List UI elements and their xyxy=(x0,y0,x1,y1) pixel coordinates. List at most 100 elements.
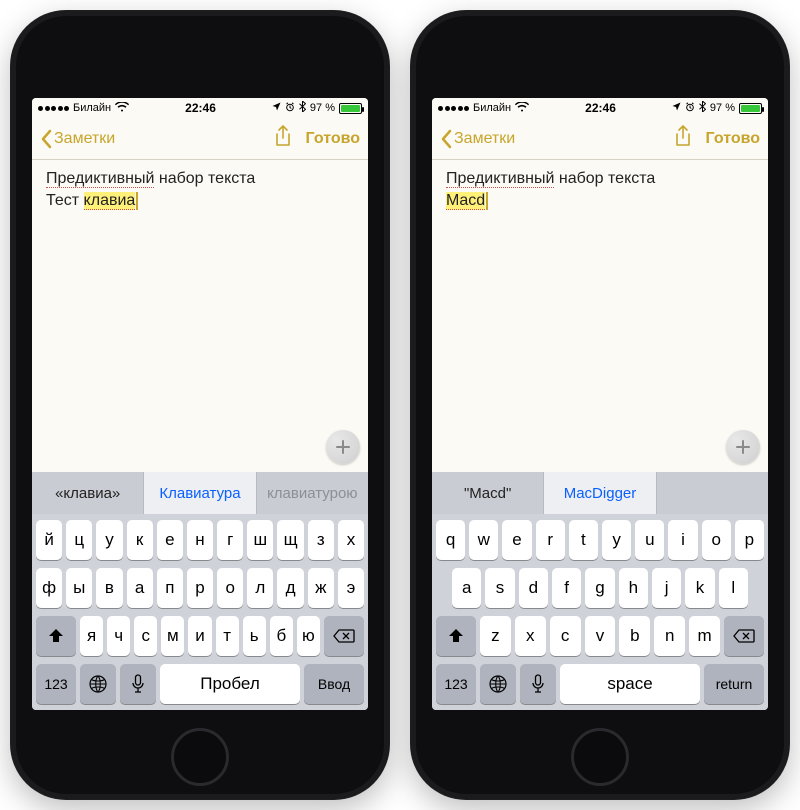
key[interactable]: ц xyxy=(66,520,92,560)
location-icon xyxy=(672,102,681,114)
key[interactable]: d xyxy=(519,568,548,608)
key[interactable]: я xyxy=(80,616,103,656)
key[interactable]: х xyxy=(338,520,364,560)
key[interactable]: b xyxy=(619,616,650,656)
back-button[interactable]: Заметки xyxy=(40,129,115,149)
key[interactable]: a xyxy=(452,568,481,608)
done-button[interactable]: Готово xyxy=(306,130,360,148)
key[interactable]: щ xyxy=(277,520,303,560)
clock: 22:46 xyxy=(585,101,616,115)
key[interactable]: u xyxy=(635,520,664,560)
key[interactable]: x xyxy=(515,616,546,656)
key[interactable]: h xyxy=(619,568,648,608)
bluetooth-icon xyxy=(299,101,306,115)
done-button[interactable]: Готово xyxy=(706,130,760,148)
space-key[interactable]: space xyxy=(560,664,700,704)
note-editor[interactable]: Предиктивный набор текста Тест клавиа xyxy=(32,160,368,472)
key[interactable]: n xyxy=(654,616,685,656)
key[interactable]: k xyxy=(685,568,714,608)
share-button[interactable] xyxy=(274,125,292,152)
key[interactable]: w xyxy=(469,520,498,560)
backspace-key[interactable] xyxy=(724,616,764,656)
key[interactable]: c xyxy=(550,616,581,656)
keyboard: q w e r t y u i o p a s d f g h xyxy=(432,514,768,710)
dictation-key[interactable] xyxy=(520,664,556,704)
add-attachment-button[interactable] xyxy=(726,430,760,464)
key[interactable]: ы xyxy=(66,568,92,608)
key[interactable]: м xyxy=(161,616,184,656)
predict-option[interactable] xyxy=(657,472,768,514)
predict-option[interactable]: «клавиа» xyxy=(32,472,144,514)
add-attachment-button[interactable] xyxy=(326,430,360,464)
backspace-key[interactable] xyxy=(324,616,364,656)
key[interactable]: m xyxy=(689,616,720,656)
key[interactable]: д xyxy=(277,568,303,608)
key[interactable]: l xyxy=(719,568,748,608)
key[interactable]: v xyxy=(585,616,616,656)
key[interactable]: л xyxy=(247,568,273,608)
back-button[interactable]: Заметки xyxy=(440,129,515,149)
key[interactable]: q xyxy=(436,520,465,560)
predict-option[interactable]: "Macd" xyxy=(432,472,544,514)
key[interactable]: f xyxy=(552,568,581,608)
key[interactable]: о xyxy=(217,568,243,608)
key[interactable]: r xyxy=(536,520,565,560)
key[interactable]: j xyxy=(652,568,681,608)
mic-icon xyxy=(531,674,545,694)
key[interactable]: o xyxy=(702,520,731,560)
predict-option[interactable]: Клавиатура xyxy=(144,472,256,514)
key[interactable]: ч xyxy=(107,616,130,656)
key[interactable]: т xyxy=(216,616,239,656)
numbers-key[interactable]: 123 xyxy=(436,664,476,704)
key[interactable]: i xyxy=(668,520,697,560)
key[interactable]: э xyxy=(338,568,364,608)
key[interactable]: с xyxy=(134,616,157,656)
key[interactable]: р xyxy=(187,568,213,608)
shift-key[interactable] xyxy=(436,616,476,656)
globe-key[interactable] xyxy=(80,664,116,704)
home-button[interactable] xyxy=(571,728,629,786)
key[interactable]: z xyxy=(480,616,511,656)
key[interactable]: t xyxy=(569,520,598,560)
key[interactable]: з xyxy=(308,520,334,560)
key[interactable]: н xyxy=(187,520,213,560)
key[interactable]: п xyxy=(157,568,183,608)
key[interactable]: у xyxy=(96,520,122,560)
dictation-key[interactable] xyxy=(120,664,156,704)
key[interactable]: s xyxy=(485,568,514,608)
key[interactable]: ж xyxy=(308,568,334,608)
note-text: Предиктивный xyxy=(46,170,154,188)
key[interactable]: e xyxy=(502,520,531,560)
shift-key[interactable] xyxy=(36,616,76,656)
key[interactable]: а xyxy=(127,568,153,608)
return-key[interactable]: return xyxy=(704,664,764,704)
key[interactable]: p xyxy=(735,520,764,560)
shift-icon xyxy=(47,628,65,644)
key[interactable]: и xyxy=(188,616,211,656)
key[interactable]: к xyxy=(127,520,153,560)
key[interactable]: ь xyxy=(243,616,266,656)
key[interactable]: ю xyxy=(297,616,320,656)
key[interactable]: г xyxy=(217,520,243,560)
predict-option[interactable]: MacDigger xyxy=(544,472,656,514)
globe-key[interactable] xyxy=(480,664,516,704)
key[interactable]: й xyxy=(36,520,62,560)
backspace-icon xyxy=(733,629,755,643)
key[interactable]: g xyxy=(585,568,614,608)
phone-frame: Билайн 22:46 97 % Заметки xyxy=(10,10,390,800)
share-button[interactable] xyxy=(674,125,692,152)
home-button[interactable] xyxy=(171,728,229,786)
return-key[interactable]: Ввод xyxy=(304,664,364,704)
plus-icon xyxy=(335,439,351,455)
key[interactable]: в xyxy=(96,568,122,608)
key[interactable]: ф xyxy=(36,568,62,608)
note-editor[interactable]: Предиктивный набор текста Macd xyxy=(432,160,768,472)
space-key[interactable]: Пробел xyxy=(160,664,300,704)
predict-option[interactable]: клавиатурою xyxy=(257,472,368,514)
bluetooth-icon xyxy=(699,101,706,115)
numbers-key[interactable]: 123 xyxy=(36,664,76,704)
key[interactable]: ш xyxy=(247,520,273,560)
key[interactable]: б xyxy=(270,616,293,656)
key[interactable]: y xyxy=(602,520,631,560)
key[interactable]: е xyxy=(157,520,183,560)
